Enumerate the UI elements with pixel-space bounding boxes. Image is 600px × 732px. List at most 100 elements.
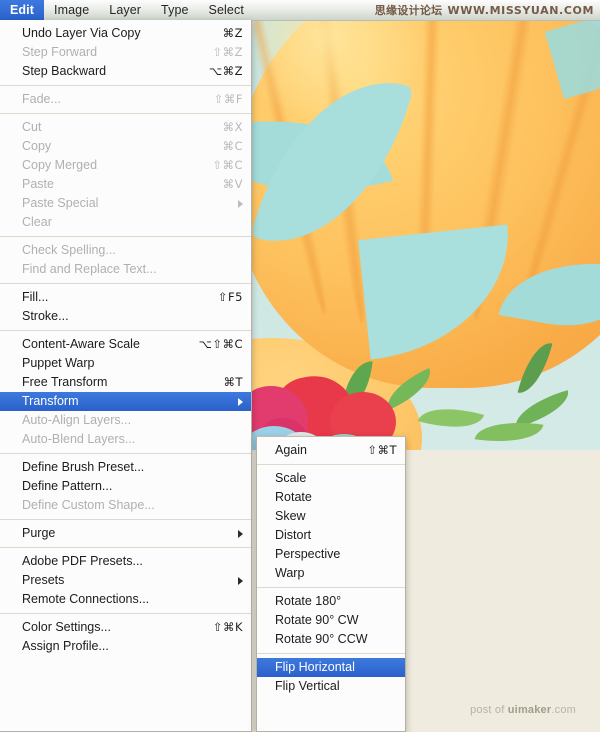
menu-separator (0, 283, 251, 284)
menu-item-label: Puppet Warp (22, 356, 95, 370)
watermark-bottom-brand: uimaker (507, 704, 552, 716)
menubar-item-image[interactable]: Image (44, 0, 99, 20)
menu-item-label: Step Forward (22, 45, 98, 59)
transform-menu-item-rotate-90-ccw[interactable]: Rotate 90° CCW (257, 630, 405, 649)
menu-separator (257, 464, 405, 465)
transform-menu-item-distort[interactable]: Distort (257, 526, 405, 545)
edit-menu-item-puppet-warp[interactable]: Puppet Warp (0, 354, 251, 373)
menu-item-shortcut: ⌘X (222, 120, 243, 134)
menu-separator (0, 330, 251, 331)
edit-menu-item-assign-profile[interactable]: Assign Profile... (0, 637, 251, 656)
menu-item-label: Rotate 180° (275, 594, 342, 608)
menubar-item-label: Select (208, 3, 244, 17)
menubar-item-edit[interactable]: Edit (0, 0, 45, 20)
menu-separator (0, 547, 251, 548)
menu-item-label: Free Transform (22, 375, 108, 389)
menu-item-label: Flip Vertical (275, 679, 340, 693)
menu-item-label: Skew (275, 509, 306, 523)
menu-item-label: Clear (22, 215, 52, 229)
transform-menu-item-scale[interactable]: Scale (257, 469, 405, 488)
transform-menu-item-rotate-180[interactable]: Rotate 180° (257, 592, 405, 611)
menu-item-shortcut: ⇧⌘Z (212, 45, 243, 59)
menu-separator (0, 236, 251, 237)
menu-item-label: Remote Connections... (22, 592, 150, 606)
edit-menu-item-define-pattern[interactable]: Define Pattern... (0, 477, 251, 496)
menu-item-label: Assign Profile... (22, 639, 109, 653)
submenu-arrow-icon (238, 576, 243, 585)
edit-menu-item-paste: Paste ⌘V (0, 175, 251, 194)
edit-menu-item-free-transform[interactable]: Free Transform ⌘T (0, 373, 251, 392)
menu-item-label: Fill... (22, 290, 49, 304)
menu-item-label: Again (275, 443, 307, 457)
edit-menu-item-define-brush-preset[interactable]: Define Brush Preset... (0, 458, 251, 477)
transform-menu-item-warp[interactable]: Warp (257, 564, 405, 583)
menu-item-label: Flip Horizontal (275, 660, 355, 674)
menu-item-label: Rotate 90° CCW (275, 632, 368, 646)
menu-item-label: Scale (275, 471, 307, 485)
transform-submenu[interactable]: Again ⇧⌘T Scale Rotate Skew Distort Perspectiv… (256, 436, 406, 732)
menubar-item-label: Type (161, 3, 189, 17)
document-canvas[interactable] (252, 20, 600, 450)
menu-item-shortcut: ⌘Z (222, 26, 243, 40)
transform-menu-item-rotate-90-cw[interactable]: Rotate 90° CW (257, 611, 405, 630)
edit-menu-item-fill[interactable]: Fill... ⇧F5 (0, 288, 251, 307)
menu-item-label: Paste (22, 177, 54, 191)
menu-separator (0, 519, 251, 520)
edit-menu-item-auto-blend-layers: Auto-Blend Layers... (0, 430, 251, 449)
edit-menu-item-step-forward: Step Forward ⇧⌘Z (0, 43, 251, 62)
edit-menu-item-auto-align-layers: Auto-Align Layers... (0, 411, 251, 430)
menu-item-label: Rotate 90° CW (275, 613, 359, 627)
transform-menu-item-flip-horizontal[interactable]: Flip Horizontal (257, 658, 405, 677)
edit-menu-item-transform[interactable]: Transform (0, 392, 251, 411)
watermark-bottom-prefix: post of (470, 704, 508, 716)
menu-item-shortcut: ⌘C (222, 139, 243, 153)
menu-item-shortcut: ⇧⌘F (213, 92, 243, 106)
menubar-item-layer[interactable]: Layer (99, 0, 151, 20)
submenu-arrow-icon (238, 529, 243, 538)
menubar-item-label: Image (54, 3, 90, 17)
edit-menu-item-fade: Fade... ⇧⌘F (0, 90, 251, 109)
menu-item-shortcut: ⇧⌘C (212, 158, 243, 172)
edit-menu-item-content-aware-scale[interactable]: Content-Aware Scale ⌥⇧⌘C (0, 335, 251, 354)
edit-menu-item-color-settings[interactable]: Color Settings... ⇧⌘K (0, 618, 251, 637)
transform-menu-item-flip-vertical[interactable]: Flip Vertical (257, 677, 405, 696)
menu-item-label: Cut (22, 120, 42, 134)
menu-item-label: Define Brush Preset... (22, 460, 145, 474)
menu-separator (0, 453, 251, 454)
edit-menu-item-define-custom-shape: Define Custom Shape... (0, 496, 251, 515)
menu-item-label: Define Custom Shape... (22, 498, 155, 512)
edit-menu-item-remote-connections[interactable]: Remote Connections... (0, 590, 251, 609)
menu-separator (0, 613, 251, 614)
menu-item-label: Distort (275, 528, 312, 542)
edit-menu-item-step-backward[interactable]: Step Backward ⌥⌘Z (0, 62, 251, 81)
menu-item-label: Stroke... (22, 309, 69, 323)
edit-menu-item-undo-layer-via-copy[interactable]: Undo Layer Via Copy ⌘Z (0, 24, 251, 43)
transform-menu-item-skew[interactable]: Skew (257, 507, 405, 526)
menu-item-shortcut: ⌘T (223, 375, 243, 389)
menu-item-label: Fade... (22, 92, 61, 106)
edit-menu-item-cut: Cut ⌘X (0, 118, 251, 137)
menubar-item-type[interactable]: Type (151, 0, 199, 20)
transform-menu-item-again[interactable]: Again ⇧⌘T (257, 441, 405, 460)
edit-menu-item-paste-special: Paste Special (0, 194, 251, 213)
menu-item-label: Undo Layer Via Copy (22, 26, 141, 40)
menu-item-shortcut: ⇧F5 (217, 290, 243, 304)
menu-item-shortcut: ⇧⌘K (212, 620, 243, 634)
menubar-item-select[interactable]: Select (199, 0, 254, 20)
menu-item-label: Copy Merged (22, 158, 98, 172)
edit-menu-item-adobe-pdf-presets[interactable]: Adobe PDF Presets... (0, 552, 251, 571)
watermark-bottom-suffix: .com (551, 704, 576, 716)
menu-item-label: Adobe PDF Presets... (22, 554, 143, 568)
watermark-top-url: WWW.MISSYUAN.COM (447, 4, 594, 17)
menu-separator (0, 113, 251, 114)
menu-item-label: Transform (22, 394, 79, 408)
edit-dropdown-menu[interactable]: Undo Layer Via Copy ⌘Z Step Forward ⇧⌘Z Step… (0, 20, 252, 732)
transform-menu-item-perspective[interactable]: Perspective (257, 545, 405, 564)
transform-menu-item-rotate[interactable]: Rotate (257, 488, 405, 507)
menu-separator (257, 653, 405, 654)
edit-menu-item-presets[interactable]: Presets (0, 571, 251, 590)
menu-item-label: Define Pattern... (22, 479, 113, 493)
edit-menu-item-stroke[interactable]: Stroke... (0, 307, 251, 326)
menu-item-label: Presets (22, 573, 65, 587)
edit-menu-item-purge[interactable]: Purge (0, 524, 251, 543)
